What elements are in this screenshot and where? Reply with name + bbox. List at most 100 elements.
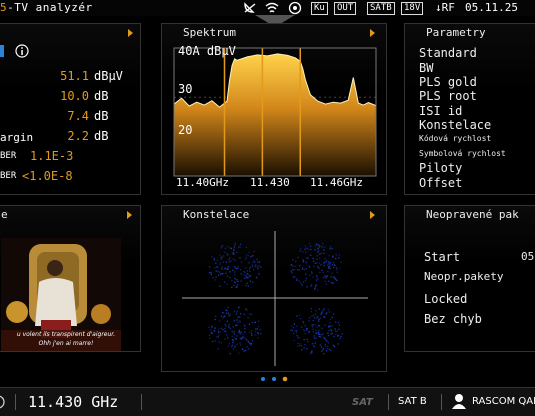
- constellation-point: [314, 342, 316, 344]
- sat-input-label[interactable]: SAT B: [398, 396, 427, 407]
- constellation-point: [295, 260, 297, 262]
- constellation-point: [326, 348, 328, 350]
- constellation-point: [215, 262, 217, 264]
- app-title: 5-TV analyzér: [0, 1, 93, 14]
- constellation-point: [228, 326, 230, 328]
- constellation-point: [252, 266, 254, 268]
- constellation-point: [327, 308, 330, 311]
- sat-indicator: SATB: [367, 2, 395, 15]
- constellation-point: [299, 343, 301, 345]
- constellation-point: [258, 273, 260, 275]
- constellation-point: [248, 276, 250, 278]
- constellation-point: [249, 342, 251, 345]
- constellation-point: [231, 344, 233, 346]
- constellation-point: [330, 276, 332, 278]
- constellation-point: [307, 341, 309, 343]
- parameters-panel[interactable]: Parametry Standard BW PLS gold PLS root ISI …: [404, 23, 535, 195]
- constellation-point: [232, 258, 235, 260]
- constellation-point: [251, 330, 253, 332]
- constellation-point: [302, 281, 305, 283]
- video-title: e: [1, 208, 8, 221]
- packet-stat-value: 05: [521, 250, 535, 263]
- satellite-dish-icon: [244, 2, 256, 13]
- constellation-point: [217, 274, 220, 276]
- constellation-point: [314, 245, 317, 247]
- constellation-point: [310, 248, 312, 251]
- constellation-point: [329, 248, 331, 250]
- page-dot[interactable]: [272, 377, 276, 381]
- constellation-point: [248, 268, 251, 270]
- constellation-point: [327, 270, 329, 273]
- page-dot-active[interactable]: [282, 376, 288, 382]
- constellation-point: [308, 243, 311, 245]
- constellation-point: [290, 325, 293, 327]
- constellation-point: [239, 316, 241, 318]
- constellation-point: [229, 327, 231, 329]
- packets-panel[interactable]: Neopravené pak Start 05 Neopr.pakety Locked…: [404, 205, 535, 352]
- constellation-point: [332, 313, 335, 315]
- video-panel[interactable]: e u volent ils transpirent d'aigreur. Oh…: [0, 205, 141, 352]
- constellation-point: [258, 325, 260, 328]
- packet-stat-label: Neopr.pakety: [424, 270, 504, 283]
- constellation-point: [254, 321, 256, 323]
- constellation-point: [213, 259, 216, 261]
- panel-arrow-icon[interactable]: [127, 211, 132, 219]
- constellation-point: [336, 269, 338, 271]
- constellation-point: [227, 254, 229, 257]
- constellation-point: [311, 315, 313, 317]
- panel-arrow-icon[interactable]: [128, 29, 133, 37]
- constellation-point: [236, 280, 239, 283]
- info-icon[interactable]: [15, 44, 29, 58]
- constellation-panel[interactable]: Konstelace: [161, 205, 387, 372]
- constellation-point: [256, 328, 258, 330]
- constellation-point: [312, 328, 314, 330]
- constellation-point: [224, 330, 226, 332]
- constellation-point: [227, 306, 229, 309]
- constellation-point: [218, 341, 220, 343]
- constellation-point: [296, 335, 298, 337]
- constellation-point: [296, 279, 298, 281]
- constellation-point: [208, 266, 211, 268]
- page-indicator[interactable]: [258, 375, 294, 383]
- constellation-point: [316, 279, 318, 281]
- constellation-point: [249, 256, 252, 258]
- parameter-label: Kódová rychlost: [419, 134, 492, 143]
- constellation-point: [318, 318, 320, 320]
- constellation-point: [253, 260, 255, 262]
- constellation-point: [333, 264, 336, 266]
- constellation-point: [260, 266, 262, 268]
- constellation-point: [253, 269, 255, 271]
- constellation-point: [305, 261, 307, 264]
- constellation-point: [244, 328, 246, 330]
- satellite-name[interactable]: RASCOM QAF: [472, 396, 535, 407]
- frequency-display[interactable]: 11.430 GHz: [28, 393, 118, 411]
- constellation-point: [240, 273, 242, 275]
- constellation-point: [328, 329, 330, 332]
- constellation-point: [256, 258, 258, 261]
- constellation-point: [305, 268, 308, 270]
- constellation-point: [299, 250, 301, 252]
- output-indicator: OUT: [334, 2, 357, 15]
- constellation-point: [320, 264, 322, 266]
- packet-stat-label: Locked: [424, 292, 468, 306]
- page-dot[interactable]: [261, 377, 265, 381]
- constellation-point: [221, 256, 223, 258]
- constellation-point: [308, 330, 310, 333]
- packet-stat-label: Bez chyb: [424, 312, 482, 326]
- constellation-point: [239, 321, 241, 323]
- constellation-point: [231, 345, 233, 348]
- constellation-point: [321, 269, 323, 271]
- constellation-point: [223, 312, 225, 314]
- constellation-point: [257, 320, 260, 322]
- constellation-point: [328, 267, 330, 270]
- constellation-point: [216, 336, 218, 338]
- wifi-icon: [265, 2, 279, 13]
- constellation-point: [314, 324, 316, 326]
- constellation-point: [296, 345, 299, 347]
- constellation-point: [244, 271, 246, 273]
- constellation-point: [237, 321, 239, 324]
- constellation-point: [240, 313, 242, 315]
- constellation-point: [309, 274, 311, 276]
- constellation-point: [314, 262, 316, 264]
- constellation-point: [220, 315, 223, 317]
